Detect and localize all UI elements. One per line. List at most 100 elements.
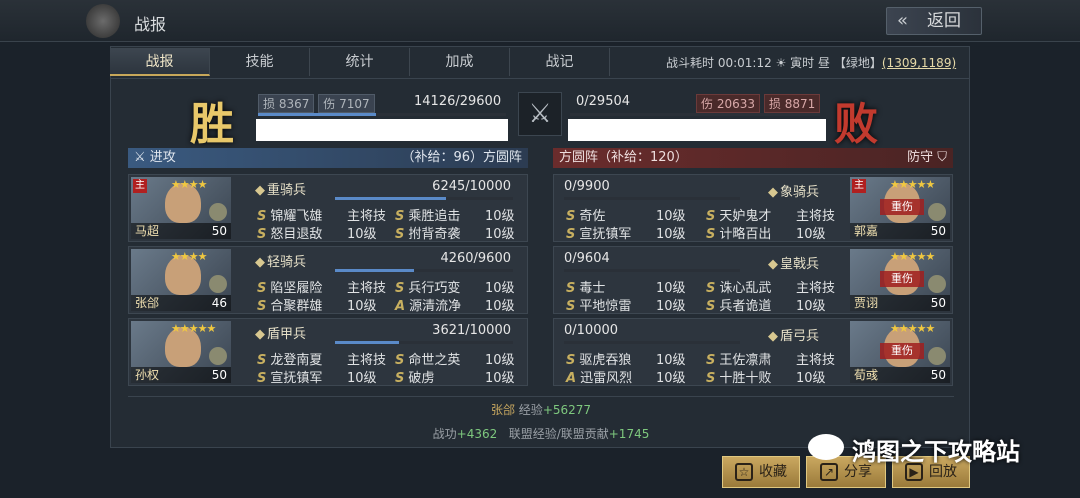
injured-badge: 重伤 — [880, 199, 924, 215]
attacker-card[interactable]: ★★★★ 张郃 46 ◆ 轻骑兵 4260/9600 S 陷坚履险 主将技 S 兵行巧变 10级 S 合聚… — [128, 246, 528, 314]
skill-entry[interactable]: S 驱虎吞狼 10级 — [566, 349, 686, 368]
skill-entry[interactable]: S 天妒鬼才 主将技 — [706, 205, 835, 224]
collect-button[interactable]: ☆ 收藏 — [722, 456, 800, 488]
skill-entry[interactable]: S 龙登南夏 主将技 — [257, 349, 386, 368]
skill-entry[interactable]: S 乘胜追击 10级 — [395, 205, 515, 224]
skill-entry[interactable]: S 陷坚履险 主将技 — [257, 277, 386, 296]
unit-type: ◆ 轻骑兵 — [255, 255, 307, 270]
troop-count: 0/10000 — [564, 323, 619, 338]
general-portrait[interactable]: ★★★★★ 孙权 50 — [131, 321, 231, 383]
troop-count: 6245/10000 — [432, 179, 511, 194]
star-rating: ★★★★★ — [890, 178, 935, 191]
unit-icon: ◆ — [255, 327, 265, 342]
injured-badge: 重伤 — [880, 271, 924, 287]
unit-type: ◆ 盾甲兵 — [255, 327, 307, 342]
star-rating: ★★★★★ — [890, 322, 935, 335]
unit-type: ◆ 盾弓兵 — [768, 329, 820, 344]
attacker-card[interactable]: ★★★★ 主马超 50 ◆ 重骑兵 6245/10000 S 锦耀飞雄 主将技 S 乘胜追击 10级 S… — [128, 174, 528, 242]
back-arrow-icon: « — [897, 10, 909, 31]
shield-icon: ⛉ — [937, 150, 947, 165]
skill-entry[interactable]: S 宣抚镇军 10级 — [257, 367, 377, 386]
skill-entry[interactable]: S 合聚群雄 10级 — [257, 295, 377, 314]
tab-bonus[interactable]: 加成 — [410, 48, 510, 76]
attacker-card[interactable]: ★★★★★ 孙权 50 ◆ 盾甲兵 3621/10000 S 龙登南夏 主将技 S 命世之英 10级 S… — [128, 318, 528, 386]
skill-entry[interactable]: S 怒目退敌 10级 — [257, 223, 377, 242]
general-portrait[interactable]: ★★★★★ 主重伤 郭嘉 50 — [850, 177, 950, 239]
awaken-icon — [928, 203, 946, 221]
troop-bar — [335, 341, 513, 344]
unit-icon: ◆ — [768, 329, 778, 344]
page-title: 战报 — [134, 15, 167, 34]
avatar-icon — [86, 4, 120, 38]
skill-entry[interactable]: S 计略百出 10级 — [706, 223, 826, 242]
exp-line: 张郃 经验+56277 — [490, 403, 592, 417]
troop-count: 0/9900 — [564, 179, 610, 194]
star-rating: ★★★★ — [171, 178, 207, 191]
awaken-icon — [209, 203, 227, 221]
attacker-troop-bar — [258, 113, 506, 116]
unit-type: ◆ 象骑兵 — [768, 185, 820, 200]
crossed-swords-icon: ⚔ — [518, 92, 562, 136]
general-portrait[interactable]: ★★★★ 主马超 50 — [131, 177, 231, 239]
lose-label: 败 — [834, 99, 878, 150]
skill-entry[interactable]: S 兵者诡道 10级 — [706, 295, 826, 314]
attacker-header: ⚔ 进攻 （补给：96）方圆阵 — [128, 148, 528, 168]
defender-name-redacted — [568, 119, 826, 141]
injured-badge: 重伤 — [880, 343, 924, 359]
defender-card[interactable]: ★★★★★ 主重伤 郭嘉 50 0/9900 ◆ 象骑兵 S 奇佐 10级 S 天妒鬼才 主将技 S 宣抚镇… — [553, 174, 953, 242]
general-level: 50 — [211, 224, 227, 238]
defender-stats: 伤 20633 损 8871 — [696, 94, 821, 113]
wechat-icon — [808, 434, 844, 460]
skill-entry[interactable]: S 兵行巧变 10级 — [395, 277, 515, 296]
battle-info: 战斗耗时 00:01:12 ☀ 寅时 昼 【绿地】(1309,1189) — [666, 56, 957, 70]
general-level: 50 — [930, 224, 946, 238]
skill-entry[interactable]: S 宣抚镇军 10级 — [566, 223, 686, 242]
sword-icon: ⚔ — [134, 150, 146, 165]
tab-report[interactable]: 战报 — [110, 48, 210, 76]
awaken-icon — [928, 347, 946, 365]
awaken-icon — [209, 347, 227, 365]
unit-icon: ◆ — [255, 183, 265, 198]
unit-icon: ◆ — [768, 185, 778, 200]
tab-skills[interactable]: 技能 — [210, 48, 310, 76]
skill-entry[interactable]: S 十胜十败 10级 — [706, 367, 826, 386]
back-button[interactable]: «返回 — [886, 7, 982, 35]
unit-icon: ◆ — [255, 255, 265, 270]
coords-link[interactable]: (1309,1189) — [882, 56, 956, 70]
tab-records[interactable]: 战记 — [510, 48, 610, 76]
troop-count: 3621/10000 — [432, 323, 511, 338]
skill-entry[interactable]: A 源清流净 10级 — [395, 295, 515, 314]
unit-icon: ◆ — [768, 257, 778, 272]
general-level: 50 — [930, 296, 946, 310]
troop-count: 0/9604 — [564, 251, 610, 266]
skill-entry[interactable]: S 王佐凛肃 主将技 — [706, 349, 835, 368]
troop-bar — [335, 269, 513, 272]
top-bar: 战报 «返回 — [0, 0, 1080, 42]
sun-icon: ☀ — [775, 56, 787, 70]
general-portrait[interactable]: ★★★★★ 重伤 贾诩 50 — [850, 249, 950, 311]
awaken-icon — [209, 275, 227, 293]
skill-entry[interactable]: S 奇佐 10级 — [566, 205, 686, 224]
troop-bar — [335, 197, 513, 200]
main-general-badge: 主 — [852, 179, 866, 193]
skill-entry[interactable]: S 命世之英 10级 — [395, 349, 515, 368]
star-rating: ★★★★ — [171, 250, 207, 263]
skill-entry[interactable]: A 迅雷风烈 10级 — [566, 367, 686, 386]
tab-stats[interactable]: 统计 — [310, 48, 410, 76]
defender-card[interactable]: ★★★★★ 重伤 贾诩 50 0/9604 ◆ 皇戟兵 S 毒士 10级 S 诛心乱武 主将技 S 平地惊雷… — [553, 246, 953, 314]
skill-entry[interactable]: S 平地惊雷 10级 — [566, 295, 686, 314]
main-general-badge: 主 — [133, 179, 147, 193]
skill-entry[interactable]: S 诛心乱武 主将技 — [706, 277, 835, 296]
general-portrait[interactable]: ★★★★ 张郃 46 — [131, 249, 231, 311]
share-icon: ↗ — [820, 463, 838, 481]
tab-bar: 战报 技能 统计 加成 战记 — [110, 48, 610, 76]
skill-entry[interactable]: S 破虏 10级 — [395, 367, 515, 386]
skill-entry[interactable]: S 拊背奇袭 10级 — [395, 223, 515, 242]
defender-card[interactable]: ★★★★★ 重伤 荀彧 50 0/10000 ◆ 盾弓兵 S 驱虎吞狼 10级 S 王佐凛肃 主将技 A 迅… — [553, 318, 953, 386]
attacker-name-redacted — [256, 119, 508, 141]
awaken-icon — [928, 275, 946, 293]
skill-entry[interactable]: S 毒士 10级 — [566, 277, 686, 296]
defender-troops: 0/29504 — [576, 94, 631, 109]
skill-entry[interactable]: S 锦耀飞雄 主将技 — [257, 205, 386, 224]
general-portrait[interactable]: ★★★★★ 重伤 荀彧 50 — [850, 321, 950, 383]
